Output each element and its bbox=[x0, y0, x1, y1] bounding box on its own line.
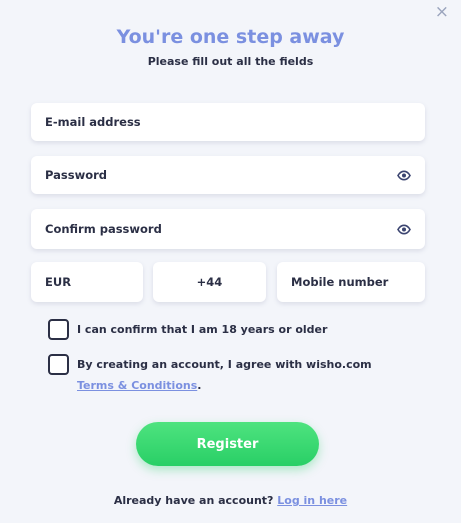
eye-icon[interactable] bbox=[396, 222, 411, 237]
login-link[interactable]: Log in here bbox=[277, 494, 347, 507]
mobile-placeholder: Mobile number bbox=[291, 275, 389, 289]
confirm-password-field[interactable]: Confirm password bbox=[31, 209, 425, 249]
mobile-number-field[interactable]: Mobile number bbox=[277, 262, 425, 302]
phone-code-select[interactable]: +44 bbox=[153, 262, 266, 302]
login-prompt: Already have an account? Log in here bbox=[0, 494, 461, 507]
page-title: You're one step away bbox=[116, 26, 345, 48]
terms-label: By creating an account, I agree with wis… bbox=[77, 354, 407, 396]
terms-suffix: . bbox=[197, 379, 202, 392]
terms-prefix: By creating an account, I agree with wis… bbox=[77, 358, 372, 371]
age-label: I can confirm that I am 18 years or olde… bbox=[77, 323, 328, 336]
eye-icon[interactable] bbox=[396, 168, 411, 183]
login-prompt-text: Already have an account? bbox=[113, 494, 278, 507]
phone-code-value: +44 bbox=[196, 275, 223, 289]
register-button[interactable]: Register bbox=[136, 422, 319, 466]
currency-value: EUR bbox=[45, 275, 72, 289]
age-confirm-row: I can confirm that I am 18 years or olde… bbox=[48, 319, 327, 340]
terms-checkbox[interactable] bbox=[48, 354, 69, 375]
currency-select[interactable]: EUR bbox=[31, 262, 143, 302]
close-icon[interactable]: × bbox=[435, 4, 449, 21]
terms-row: By creating an account, I agree with wis… bbox=[48, 354, 407, 396]
email-field[interactable]: E-mail address bbox=[31, 103, 425, 141]
page-subtitle: Please fill out all the fields bbox=[147, 55, 314, 68]
terms-link[interactable]: Terms & Conditions bbox=[77, 379, 197, 392]
password-placeholder: Password bbox=[45, 168, 107, 182]
password-field[interactable]: Password bbox=[31, 156, 425, 194]
age-checkbox[interactable] bbox=[48, 319, 69, 340]
email-placeholder: E-mail address bbox=[45, 115, 141, 129]
confirm-password-placeholder: Confirm password bbox=[45, 222, 162, 236]
